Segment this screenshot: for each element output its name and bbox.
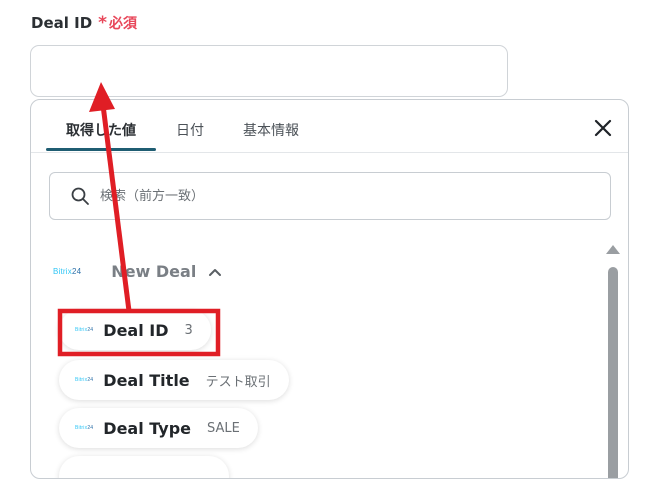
- bitrix24-logo: Bitrix24: [75, 425, 94, 431]
- section-new-deal[interactable]: Bitrix24 New Deal: [53, 262, 222, 281]
- item-value: テスト取引: [205, 374, 271, 390]
- section-title: New Deal: [111, 262, 197, 281]
- scrollbar[interactable]: [606, 245, 620, 478]
- item-name: Deal Type: [103, 418, 192, 438]
- tab-basic-info[interactable]: 基本情報: [243, 120, 299, 140]
- field-label: Deal ID * 必須: [31, 13, 137, 33]
- search-icon: [71, 187, 89, 205]
- list-item-deal-type[interactable]: Bitrix24 Deal Type SALE: [59, 408, 258, 448]
- item-value: SALE: [207, 420, 240, 436]
- field-label-text: Deal ID: [31, 14, 93, 32]
- list-item-deal-id[interactable]: Bitrix24 Deal ID 3: [59, 310, 211, 350]
- item-value: 3: [184, 322, 193, 338]
- item-name: Deal Title: [103, 370, 190, 390]
- search-input[interactable]: [98, 187, 582, 205]
- close-icon: [594, 119, 612, 137]
- bitrix24-logo: Bitrix24: [75, 327, 94, 333]
- tab-date[interactable]: 日付: [176, 120, 204, 140]
- bitrix24-logo: Bitrix24: [53, 267, 82, 276]
- chevron-up-icon: [209, 268, 222, 276]
- required-asterisk: *: [98, 13, 108, 33]
- list-item-deal-title[interactable]: Bitrix24 Deal Title テスト取引: [59, 360, 289, 400]
- bitrix24-logo: Bitrix24: [75, 377, 94, 383]
- scroll-up-arrow-icon[interactable]: [606, 245, 620, 254]
- tab-retrieved-values[interactable]: 取得した値: [66, 120, 136, 140]
- active-tab-indicator: [46, 148, 156, 151]
- required-text: 必須: [109, 16, 138, 32]
- list-item-partial[interactable]: [59, 456, 229, 478]
- search-box[interactable]: [49, 172, 611, 220]
- deal-id-input[interactable]: [30, 45, 508, 97]
- scroll-thumb[interactable]: [608, 267, 618, 478]
- item-name: Deal ID: [103, 320, 169, 340]
- close-button[interactable]: [591, 116, 615, 140]
- value-picker-panel: 取得した値 日付 基本情報 Bitrix24 New Deal Bitrix24…: [30, 99, 629, 479]
- tab-bar: 取得した値 日付 基本情報: [31, 100, 628, 153]
